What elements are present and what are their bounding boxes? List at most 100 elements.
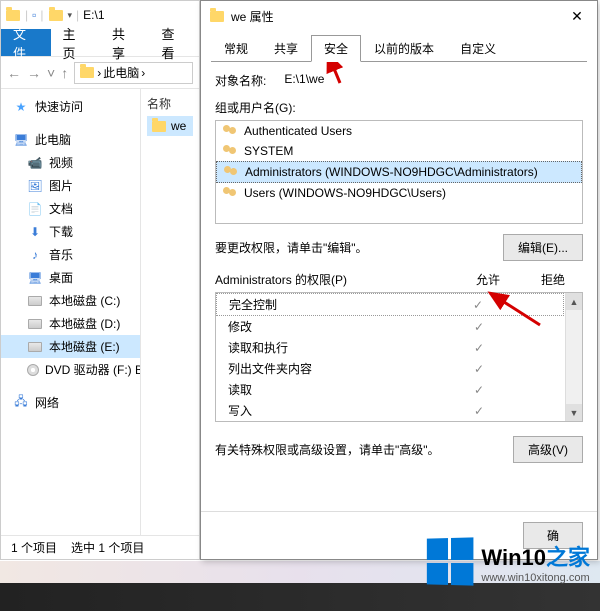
permission-row[interactable]: 读取和执行✓ (216, 337, 564, 358)
status-count: 1 个项目 (11, 539, 57, 556)
group-item-selected[interactable]: Administrators (WINDOWS-NO9HDGC\Administ… (216, 161, 582, 183)
folder-icon (151, 118, 167, 134)
dialog-titlebar: we 属性 ✕ (201, 1, 597, 31)
drive-icon (27, 316, 43, 332)
tab-view[interactable]: 查看 (150, 29, 200, 56)
tab-previous-versions[interactable]: 以前的版本 (361, 35, 447, 62)
permissions-allow-header: 允许 (453, 271, 523, 288)
dialog-title: we 属性 (231, 8, 274, 25)
permission-row[interactable]: 完全控制✓ (216, 293, 564, 316)
nav-tree: ★快速访问 🖥此电脑 📹视频 🖼图片 📄文档 ⬇下载 ♪音乐 🖥桌面 本地磁盘 … (1, 89, 141, 535)
check-icon: ✓ (443, 298, 513, 312)
permission-row[interactable]: 修改✓ (216, 316, 564, 337)
documents-icon: 📄 (27, 201, 43, 217)
desktop-icon: 🖥 (27, 270, 43, 286)
addr-sep: › (97, 66, 101, 80)
tree-videos[interactable]: 📹视频 (1, 151, 140, 174)
check-icon: ✓ (444, 320, 514, 334)
pc-icon: 🖥 (13, 132, 29, 148)
tab-sharing[interactable]: 共享 (261, 35, 311, 62)
tree-desktop[interactable]: 🖥桌面 (1, 266, 140, 289)
status-bar: 1 个项目 选中 1 个项目 (1, 535, 199, 559)
scrollbar[interactable]: ▲ ▼ (565, 293, 582, 421)
permissions-deny-header: 拒绝 (523, 271, 583, 288)
status-selected: 选中 1 个项目 (71, 539, 144, 556)
users-icon (222, 124, 238, 138)
object-name-label: 对象名称: (215, 72, 266, 89)
file-row[interactable]: we (147, 116, 193, 136)
ribbon-dropdown-icon[interactable]: ▾ (68, 10, 73, 21)
tree-network[interactable]: 🖧网络 (1, 391, 140, 414)
tree-drive-d[interactable]: 本地磁盘 (D:) (1, 312, 140, 335)
advanced-button[interactable]: 高级(V) (513, 436, 583, 463)
pictures-icon: 🖼 (27, 178, 43, 194)
title-sep: | (25, 8, 28, 22)
file-list: 名称 we (141, 89, 199, 535)
check-icon: ✓ (444, 362, 514, 376)
tree-pictures[interactable]: 🖼图片 (1, 174, 140, 197)
object-name-value: E:\1\we (284, 72, 324, 89)
videos-icon: 📹 (27, 155, 43, 171)
network-icon: 🖧 (13, 395, 29, 411)
edit-button[interactable]: 编辑(E)... (503, 234, 583, 261)
explorer-window: | ▫ | ▾ | E:\1 文件 主页 共享 查看 ← → ˅ ↑ › 此电脑… (0, 0, 200, 560)
close-button[interactable]: ✕ (557, 1, 597, 31)
dialog-body: 对象名称: E:\1\we 组或用户名(G): Authenticated Us… (201, 62, 597, 511)
tree-music[interactable]: ♪音乐 (1, 243, 140, 266)
tab-home[interactable]: 主页 (51, 29, 101, 56)
title-sep2: | (40, 8, 43, 22)
tree-downloads[interactable]: ⬇下载 (1, 220, 140, 243)
permission-row[interactable]: 写入✓ (216, 400, 564, 421)
forward-button[interactable]: → (27, 65, 41, 81)
tab-general[interactable]: 常规 (211, 35, 261, 62)
scroll-down-icon[interactable]: ▼ (566, 404, 582, 421)
permission-row[interactable]: 列出文件夹内容✓ (216, 358, 564, 379)
folder-icon-2 (48, 7, 64, 23)
history-dropdown-icon[interactable]: ˅ (47, 65, 55, 81)
dialog-tabs: 常规 共享 安全 以前的版本 自定义 (201, 31, 597, 62)
tree-dvd[interactable]: DVD 驱动器 (F:) Bo (1, 358, 140, 381)
folder-icon (209, 8, 225, 24)
up-button[interactable]: ↑ (61, 65, 68, 81)
music-icon: ♪ (27, 247, 43, 263)
back-button[interactable]: ← (7, 65, 21, 81)
scroll-up-icon[interactable]: ▲ (566, 293, 582, 310)
window-title: E:\1 (83, 8, 104, 22)
tree-this-pc[interactable]: 🖥此电脑 (1, 128, 140, 151)
watermark-brand1: Win10 (481, 545, 546, 570)
tree-drive-c[interactable]: 本地磁盘 (C:) (1, 289, 140, 312)
permission-row[interactable]: 读取✓ (216, 379, 564, 400)
tab-security[interactable]: 安全 (311, 35, 361, 62)
dvd-icon (27, 362, 39, 378)
file-name: we (171, 119, 186, 133)
groups-listbox[interactable]: Authenticated Users SYSTEM Administrator… (215, 120, 583, 224)
group-item[interactable]: SYSTEM (216, 141, 582, 161)
tab-share[interactable]: 共享 (100, 29, 150, 56)
addr-seg-thispc[interactable]: 此电脑 (103, 64, 139, 81)
folder-icon (79, 65, 95, 81)
watermark-brand2: 之家 (546, 545, 590, 570)
tab-customize[interactable]: 自定义 (447, 35, 509, 62)
drive-icon (27, 293, 43, 309)
tab-file[interactable]: 文件 (1, 29, 51, 56)
column-name[interactable]: 名称 (147, 95, 193, 116)
watermark-url: www.win10xitong.com (481, 572, 590, 584)
watermark: Win10之家 www.win10xitong.com (426, 538, 590, 585)
downloads-icon: ⬇ (27, 224, 43, 240)
addr-sep: › (141, 66, 145, 80)
check-icon: ✓ (444, 383, 514, 397)
group-item[interactable]: Users (WINDOWS-NO9HDGC\Users) (216, 183, 582, 203)
group-item[interactable]: Authenticated Users (216, 121, 582, 141)
drive-icon (27, 339, 43, 355)
windows-logo-icon (427, 537, 474, 585)
advanced-hint: 有关特殊权限或高级设置，请单击"高级"。 (215, 441, 440, 458)
permissions-listbox[interactable]: 完全控制✓ 修改✓ 读取和执行✓ 列出文件夹内容✓ 读取✓ 写入✓ ▲ ▼ (215, 292, 583, 422)
tree-documents[interactable]: 📄文档 (1, 197, 140, 220)
permissions-label: Administrators 的权限(P) (215, 271, 453, 288)
address-bar[interactable]: › 此电脑 › (74, 62, 193, 84)
qat-icon[interactable]: ▫ (32, 8, 36, 22)
title-sep3: | (76, 8, 79, 22)
users-icon (222, 186, 238, 200)
tree-quick-access[interactable]: ★快速访问 (1, 95, 140, 118)
tree-drive-e[interactable]: 本地磁盘 (E:) (1, 335, 140, 358)
